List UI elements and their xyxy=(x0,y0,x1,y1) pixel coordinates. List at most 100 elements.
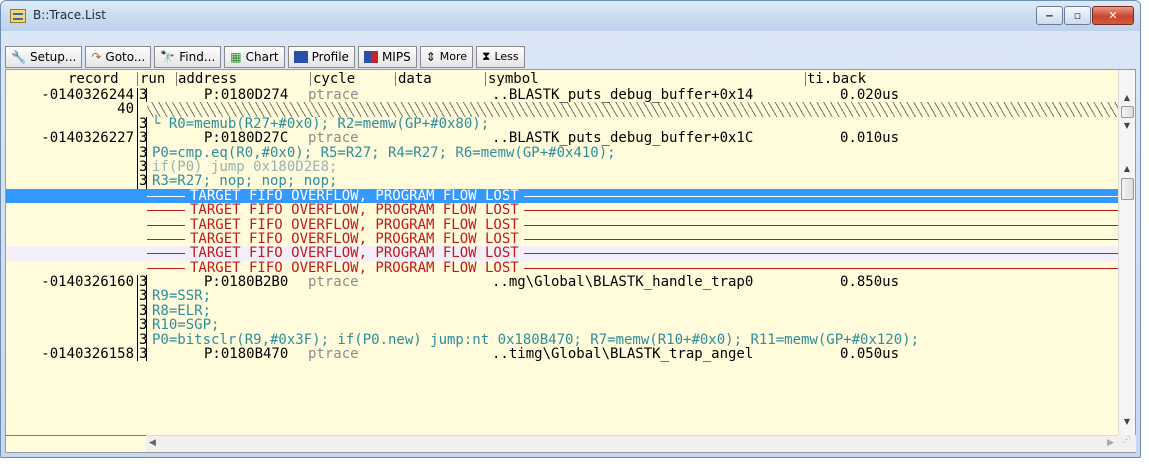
scroll-up-icon[interactable]: ▲ xyxy=(1121,92,1133,104)
profile-icon xyxy=(293,50,308,63)
table-row[interactable]: TARGET FIFO OVERFLOW, PROGRAM FLOW LOST xyxy=(6,203,1118,218)
column-separator[interactable] xyxy=(805,72,806,86)
table-row[interactable]: -0140326227 3 P:0180D27C ptrace ..BLASTK_put… xyxy=(6,130,1118,147)
table-row[interactable]: TARGET FIFO OVERFLOW, PROGRAM FLOW LOST xyxy=(6,217,1118,232)
close-button[interactable]: ✕ xyxy=(1092,6,1134,25)
maximize-icon: ▫ xyxy=(1073,9,1082,22)
goto-label: Goto... xyxy=(105,49,146,64)
run-cell: 3 xyxy=(139,288,148,305)
table-row[interactable]: 3 P0=cmp.eq(R0,#0x0); R5=R27; R4=R27; R6=… xyxy=(6,144,1118,161)
column-separator[interactable] xyxy=(137,72,138,86)
chart-button[interactable]: ▦ Chart xyxy=(224,45,285,68)
mips-button[interactable]: MIPS xyxy=(357,45,417,68)
vertical-scrollbar[interactable]: ▲ ▼ ▲ ▼ xyxy=(1118,70,1135,436)
cycle-cell: ptrace xyxy=(308,346,359,363)
more-icon: ⇕ xyxy=(425,49,436,64)
table-row[interactable]: TARGET FIFO OVERFLOW, PROGRAM FLOW LOST xyxy=(6,246,1118,261)
trace-rows[interactable]: -0140326244 3 P:0180D274 ptrace ..BLASTK_put… xyxy=(6,88,1118,434)
column-separator[interactable] xyxy=(485,72,486,86)
table-row[interactable]: 3 if(P0) jump 0x180D2E8; xyxy=(6,160,1118,174)
table-row[interactable]: 3 R8=ELR; xyxy=(6,302,1118,319)
column-divider xyxy=(146,174,147,189)
column-address[interactable]: address xyxy=(178,71,237,87)
find-button[interactable]: 🔭 Find... xyxy=(154,45,222,68)
table-row[interactable]: TARGET FIFO OVERFLOW, PROGRAM FLOW LOST xyxy=(6,188,1118,203)
column-run[interactable]: run xyxy=(140,71,165,87)
table-row[interactable]: 3 P0=bitsclr(R9,#0x3F); if(P0.new) jump:n… xyxy=(6,331,1118,348)
minimize-button[interactable]: ‒ xyxy=(1036,6,1063,25)
find-label: Find... xyxy=(179,49,216,64)
overflow-marker: TARGET FIFO OVERFLOW, PROGRAM FLOW LOST xyxy=(147,217,1118,232)
overflow-marker: TARGET FIFO OVERFLOW, PROGRAM FLOW LOST xyxy=(147,188,1118,203)
table-row[interactable]: 40 xyxy=(6,101,1118,118)
table-row[interactable]: -0140326160 3 P:0180B2B0 ptrace ..mg\Global\… xyxy=(6,274,1118,291)
trace-window-icon xyxy=(10,9,26,23)
table-row[interactable]: TARGET FIFO OVERFLOW, PROGRAM FLOW LOST xyxy=(6,260,1118,275)
horizontal-scrollbar[interactable]: ◀ ▶ xyxy=(146,435,1136,452)
record-cell: 40 xyxy=(117,101,134,118)
address-cell: P:0180D27C xyxy=(204,130,289,147)
profile-button[interactable]: Profile xyxy=(287,45,355,68)
column-ti-back[interactable]: ti.back xyxy=(807,71,866,87)
scroll-down-icon[interactable]: ▼ xyxy=(1121,120,1133,132)
overflow-marker: TARGET FIFO OVERFLOW, PROGRAM FLOW LOST xyxy=(147,231,1118,246)
less-icon: ⧗ xyxy=(482,49,491,63)
run-cell: 3 xyxy=(139,115,148,132)
title-bar[interactable]: B::Trace.List ‒ ▫ ✕ xyxy=(1,1,1140,31)
ti-back-cell: 0.010us xyxy=(840,130,900,147)
column-data[interactable]: data xyxy=(398,71,432,87)
run-cell: 3 xyxy=(139,302,148,319)
column-record[interactable]: record xyxy=(68,71,119,87)
more-button[interactable]: ⇕ More xyxy=(419,45,474,68)
column-divider xyxy=(146,145,147,160)
column-separator[interactable] xyxy=(395,72,396,86)
symbol-cell: ..mg\Global\BLASTK_handle_trap0 xyxy=(492,274,754,291)
column-divider xyxy=(146,159,147,175)
maximize-button[interactable]: ▫ xyxy=(1064,6,1091,25)
column-divider xyxy=(137,88,138,103)
table-row[interactable]: 3 R9=SSR; xyxy=(6,288,1118,305)
scroll-right-icon[interactable]: ▶ xyxy=(1107,438,1114,448)
goto-button[interactable]: ↷ Goto... xyxy=(85,45,152,68)
column-divider xyxy=(146,275,147,290)
column-divider xyxy=(146,303,147,319)
profile-label: Profile xyxy=(311,49,349,64)
close-icon: ✕ xyxy=(1108,9,1118,22)
table-row[interactable]: 3 └ R0=memub(R27+#0x0); R2=memw(GP+#0x80)… xyxy=(6,115,1118,132)
table-row[interactable]: TARGET FIFO OVERFLOW, PROGRAM FLOW LOST xyxy=(6,231,1118,246)
cycle-cell: ptrace xyxy=(308,130,359,147)
symbol-cell: ..BLASTK_puts_debug_buffer+0x1C xyxy=(492,130,754,147)
column-symbol[interactable]: symbol xyxy=(488,71,539,87)
table-row[interactable]: 3 R10=SGP; xyxy=(6,317,1118,334)
run-cell: 3 xyxy=(139,317,148,334)
run-cell: 3 xyxy=(139,88,148,103)
table-row[interactable]: -0140326158 3 P:0180B470 ptrace ..timg\Globa… xyxy=(6,346,1118,363)
column-divider xyxy=(146,131,147,146)
scroll-up-icon[interactable]: ▲ xyxy=(1121,163,1133,175)
table-row[interactable]: 3 R3=R27; nop; nop; nop; xyxy=(6,174,1118,189)
window-controls: ‒ ▫ ✕ xyxy=(1035,6,1134,25)
column-divider xyxy=(146,347,147,362)
column-separator[interactable] xyxy=(310,72,311,86)
hatched-gap xyxy=(147,102,1118,117)
code-line: P0=cmp.eq(R0,#0x0); R5=R27; R4=R27; R6=m… xyxy=(152,144,616,161)
less-button[interactable]: ⧗ Less xyxy=(476,45,525,68)
column-separator[interactable] xyxy=(176,72,177,86)
code-line: if(P0) jump 0x180D2E8; xyxy=(152,158,338,175)
code-line: R8=ELR; xyxy=(152,302,212,319)
scroll-thumb[interactable] xyxy=(1121,106,1134,118)
less-label: Less xyxy=(494,50,519,63)
resize-grip-icon[interactable]: ⋰ xyxy=(1118,435,1135,452)
setup-button[interactable]: 🔧 Setup... xyxy=(5,45,83,68)
scroll-thumb[interactable] xyxy=(1121,178,1134,200)
scroll-left-icon[interactable]: ◀ xyxy=(149,438,156,448)
run-cell: 3 xyxy=(139,331,148,348)
table-row[interactable]: -0140326244 3 P:0180D274 ptrace ..BLASTK_put… xyxy=(6,88,1118,102)
column-cycle[interactable]: cycle xyxy=(313,71,355,87)
record-cell: -0140326244 xyxy=(41,88,134,103)
scroll-down-icon[interactable]: ▼ xyxy=(1121,416,1133,428)
overflow-text: TARGET FIFO OVERFLOW, PROGRAM FLOW LOST xyxy=(185,217,524,232)
run-cell: 3 xyxy=(139,158,148,175)
code-line: R10=SGP; xyxy=(152,317,220,334)
overflow-text: TARGET FIFO OVERFLOW, PROGRAM FLOW LOST xyxy=(185,188,524,203)
